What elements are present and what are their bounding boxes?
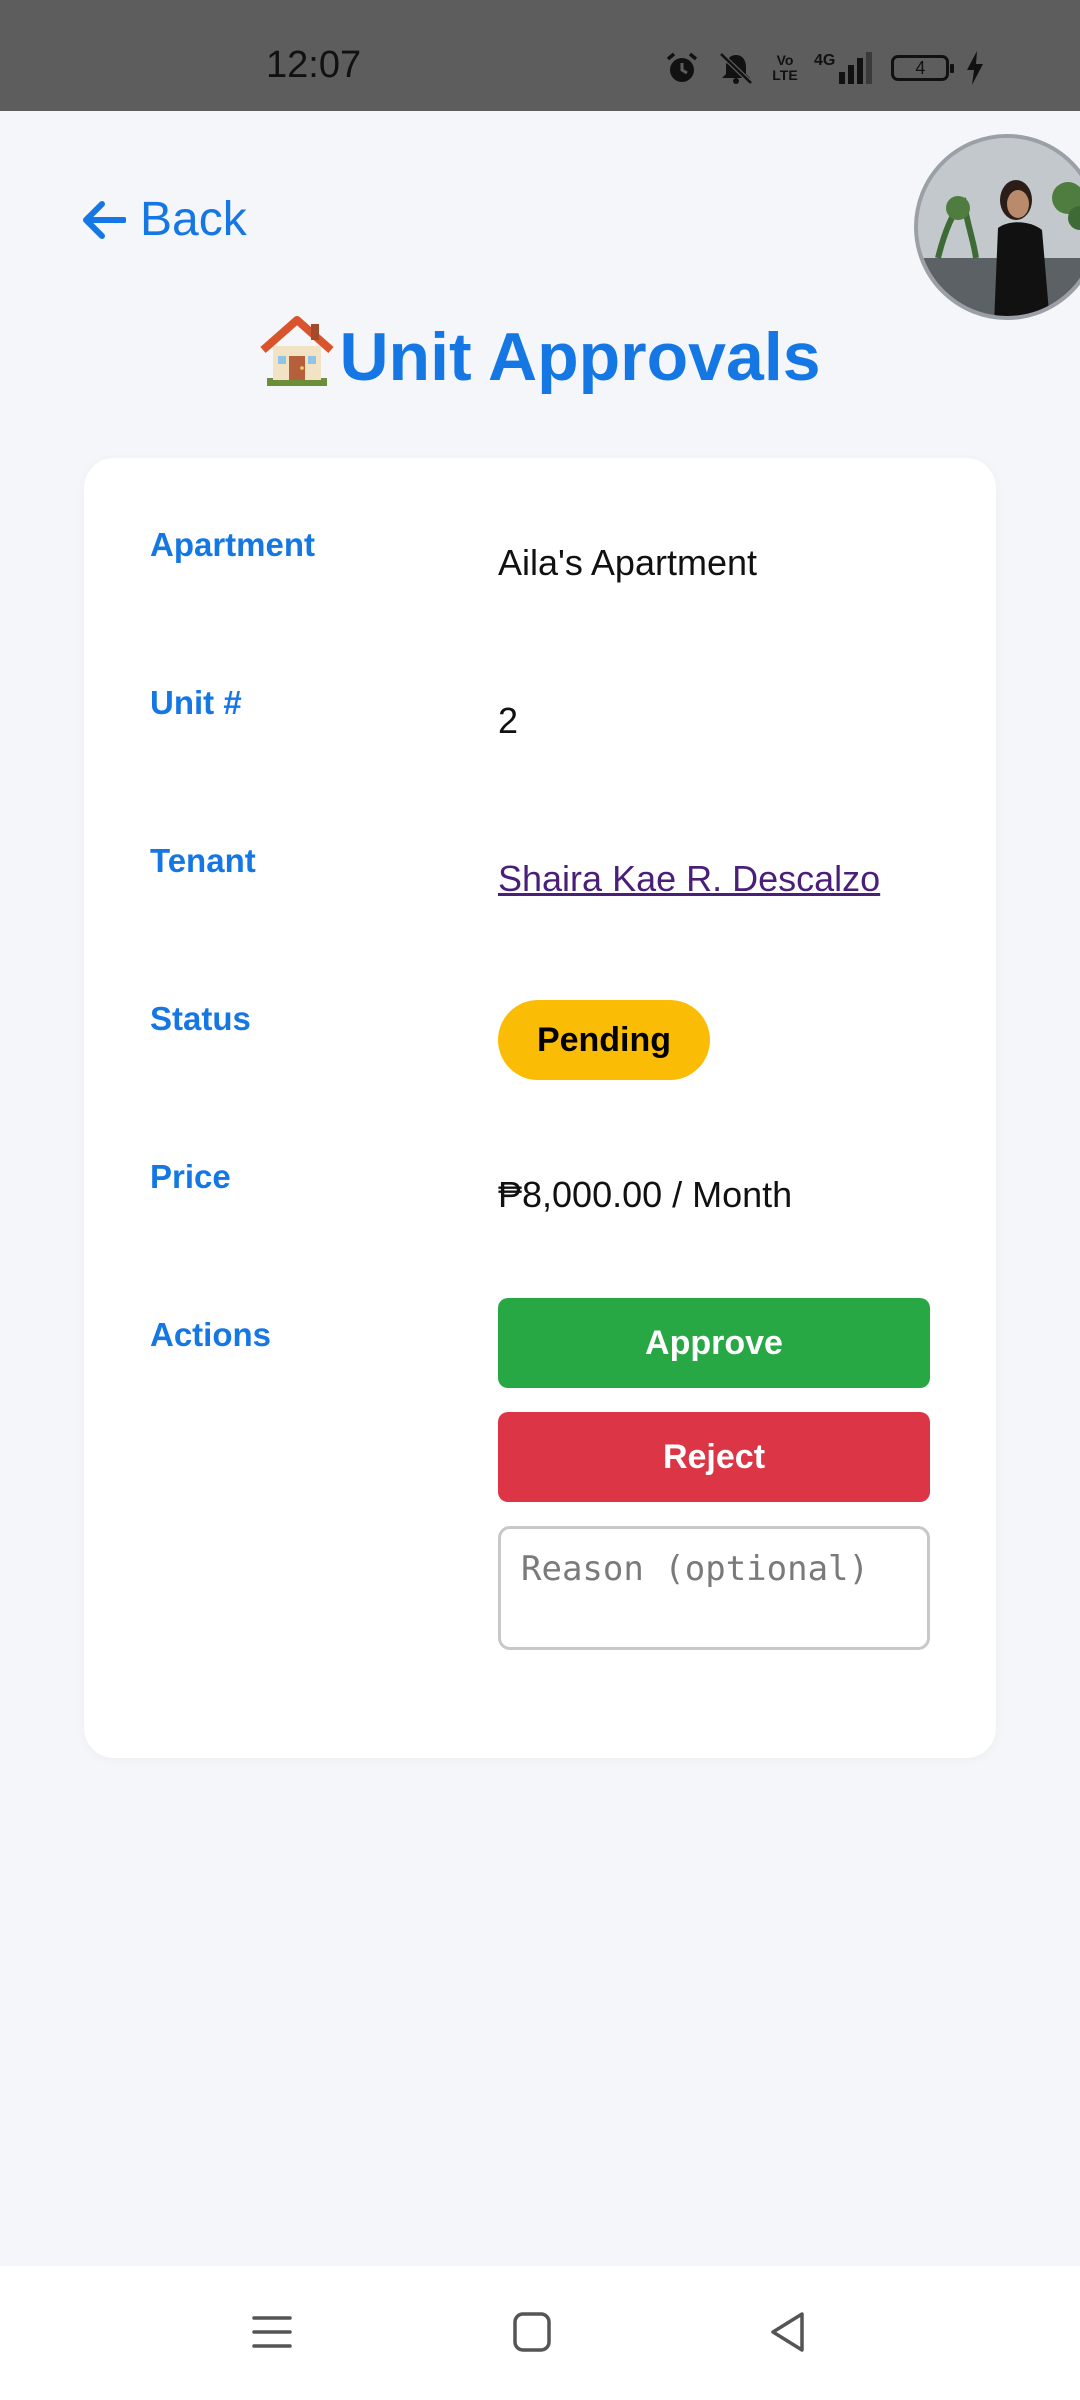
tenant-link[interactable]: Shaira Kae R. Descalzo (498, 858, 880, 900)
tenant-label: Tenant (150, 842, 256, 879)
back-label: Back (140, 193, 247, 246)
volte-label: Vo LTE (772, 52, 798, 83)
signal-bars-icon (839, 52, 873, 84)
network-type-label: 4G (814, 52, 836, 69)
avatar-photo (918, 138, 1080, 316)
approval-card: Apartment Aila's Apartment Unit # 2 Tena… (84, 458, 996, 1758)
back-button[interactable]: Back (82, 192, 247, 247)
mute-bell-icon (719, 52, 753, 85)
menu-icon[interactable] (250, 2310, 294, 2354)
signal-icon: 4G (814, 52, 875, 84)
home-icon[interactable] (512, 2310, 552, 2354)
navigation-bar (0, 2266, 1080, 2400)
alarm-icon (666, 52, 698, 82)
status-badge-text: Pending (536, 1020, 672, 1059)
apartment-label: Apartment (150, 526, 316, 563)
house-icon (260, 316, 335, 386)
unit-label: Unit # (150, 684, 242, 721)
reason-input[interactable] (498, 1526, 930, 1650)
price-label: Price (150, 1158, 231, 1195)
battery-level: 4 (915, 57, 926, 78)
arrow-left-icon (83, 200, 126, 239)
unit-value: 2 (498, 700, 519, 741)
battery-icon: 4 (891, 55, 955, 81)
price-value: ₱8,000.00 / Month (498, 1174, 793, 1215)
approve-button[interactable]: Approve (498, 1298, 930, 1388)
status-badge: Pending (498, 1000, 710, 1080)
reject-button[interactable]: Reject (498, 1412, 930, 1502)
avatar[interactable] (914, 134, 1080, 320)
page-title: Unit Approvals (0, 312, 1080, 396)
status-time: 12:07 (266, 44, 362, 86)
back-nav-icon[interactable] (768, 2310, 808, 2354)
apartment-value: Aila's Apartment (498, 542, 757, 583)
status-icons: Vo LTE 4G 4 (664, 50, 985, 86)
page-title-text: Unit Approvals (339, 319, 821, 395)
status-bar: 12:07 Vo LTE 4G 4 (0, 0, 1080, 111)
charging-icon (967, 51, 984, 85)
status-label: Status (150, 1000, 251, 1037)
actions-label: Actions (150, 1316, 272, 1353)
